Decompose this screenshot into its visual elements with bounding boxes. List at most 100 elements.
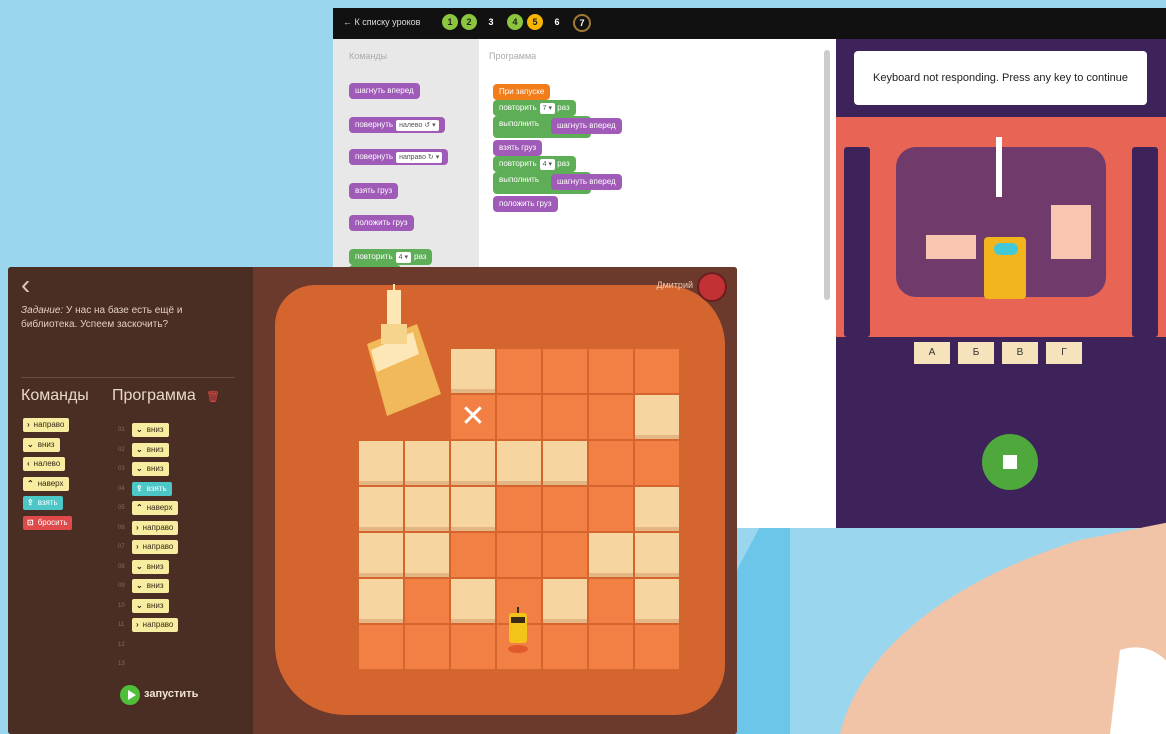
palette-block[interactable]: повторить 4 ▾ раз xyxy=(349,249,433,265)
lesson-bar: ← К списку уроков 1234567 xyxy=(333,8,1166,39)
line-icon: ⌄ xyxy=(136,600,143,610)
workspace-scrollbar[interactable] xyxy=(824,50,830,300)
cream-block-tile xyxy=(405,487,449,531)
program-line[interactable]: ⌃ наверх xyxy=(132,501,178,515)
line-label: наверх xyxy=(146,503,173,512)
letter-slot: А xyxy=(914,342,950,364)
palette-block[interactable]: шагнуть вперед xyxy=(349,83,420,99)
board-tile xyxy=(543,625,587,669)
line-label: вниз xyxy=(146,600,164,610)
line-label: вниз xyxy=(146,425,164,434)
cream-block-tile xyxy=(405,441,449,485)
repeat-count-slot[interactable]: 7 ▾ xyxy=(539,103,555,114)
lesson-4-button[interactable]: 4 xyxy=(507,14,523,30)
cream-block-tile xyxy=(451,579,495,623)
line-number: 01 xyxy=(118,427,125,433)
block-label: положить груз xyxy=(355,218,408,227)
program-line[interactable]: ⇪ взять xyxy=(132,481,172,496)
program-line[interactable]: ⌄ вниз xyxy=(132,442,169,457)
board-tile xyxy=(635,441,679,485)
stop-button[interactable] xyxy=(982,434,1038,490)
avatar[interactable] xyxy=(697,272,727,302)
on-start-block[interactable]: При запуске xyxy=(493,84,551,100)
step-forward-block[interactable]: шагнуть вперед xyxy=(551,174,622,190)
block-slot[interactable]: 4 ▾ xyxy=(395,252,411,263)
crate-left xyxy=(926,235,976,259)
line-icon: ⌄ xyxy=(136,444,143,454)
take-cargo-block[interactable]: взять груз xyxy=(493,140,543,156)
line-number: 10 xyxy=(118,602,125,609)
palette-block[interactable]: положить груз xyxy=(349,215,414,231)
repeat-block-2[interactable]: повторить 4 ▾ раз xyxy=(493,156,576,172)
target-x-icon: ✕ xyxy=(460,400,486,433)
line-label: вниз xyxy=(146,444,164,454)
lesson-7-button[interactable]: 7 xyxy=(573,14,591,32)
command-5[interactable]: ⊡ бросить xyxy=(23,515,73,530)
command-icon: ‹ xyxy=(27,459,30,468)
command-2[interactable]: ‹ налево xyxy=(23,457,66,471)
command-0[interactable]: › направо xyxy=(23,418,70,432)
lesson-5-button[interactable]: 5 xyxy=(527,14,543,30)
board-tile xyxy=(589,579,633,623)
robot-icon xyxy=(508,607,528,653)
block-label: взять груз xyxy=(355,186,393,195)
back-to-lessons-link[interactable]: ← К списку уроков xyxy=(343,17,420,27)
line-label: вниз xyxy=(146,561,164,571)
block-label: повернуть xyxy=(355,120,394,129)
program-line[interactable]: ⌄ вниз xyxy=(132,579,169,593)
user-name: Дмитрий xyxy=(656,280,694,290)
line-icon: ⇪ xyxy=(136,483,143,493)
trash-icon[interactable]: 🗑 xyxy=(206,390,220,403)
board-tile xyxy=(589,487,633,531)
command-3[interactable]: ⌃ наверх xyxy=(23,476,69,491)
line-icon: ⌄ xyxy=(136,581,143,590)
command-icon: ⇪ xyxy=(27,498,34,507)
lesson-3-button[interactable]: 3 xyxy=(483,14,499,30)
command-1[interactable]: ⌄ вниз xyxy=(23,437,60,452)
lesson-6-button[interactable]: 6 xyxy=(549,14,565,30)
board-tile xyxy=(451,625,495,669)
line-label: направо xyxy=(142,620,174,629)
block-label: шагнуть вперед xyxy=(355,86,414,95)
factory-scene xyxy=(836,117,1166,337)
command-4[interactable]: ⇪ взять xyxy=(23,496,63,510)
block-slot[interactable]: налево ↺ ▾ xyxy=(396,120,439,131)
block-label: повернуть xyxy=(355,152,394,161)
board-tile xyxy=(543,349,587,393)
palette-block[interactable]: повернуть налево ↺ ▾ xyxy=(349,117,445,133)
line-number: 12 xyxy=(118,641,125,648)
command-label: направо xyxy=(33,420,65,429)
program-line[interactable]: › направо xyxy=(132,520,179,535)
line-number: 02 xyxy=(118,446,125,453)
line-number: 11 xyxy=(118,622,125,628)
repeat-label: повторить xyxy=(499,103,537,112)
put-cargo-block[interactable]: положить груз xyxy=(493,196,558,212)
step-forward-block[interactable]: шагнуть вперед xyxy=(551,118,622,134)
claw-icon xyxy=(996,137,1002,197)
cream-block-tile xyxy=(359,487,403,531)
stop-icon xyxy=(1003,455,1017,469)
program-line[interactable]: ⌄ вниз xyxy=(132,423,169,437)
block-slot[interactable]: направо ↻ ▾ xyxy=(396,152,443,163)
letter-slot: В xyxy=(1002,342,1038,364)
line-number: 08 xyxy=(118,563,125,570)
program-line[interactable]: ⌄ вниз xyxy=(132,559,169,574)
program-line[interactable]: ⌄ вниз xyxy=(132,462,169,476)
program-title: Программа xyxy=(489,51,537,61)
program-line[interactable]: › направо xyxy=(132,618,179,632)
do-label: выполнить xyxy=(499,119,539,128)
board-tile xyxy=(497,533,541,577)
letter-slot: Г xyxy=(1046,342,1082,364)
back-arrow-icon[interactable]: ‹ xyxy=(21,269,30,301)
palette-block[interactable]: взять груз xyxy=(349,183,399,199)
program-line[interactable]: ⌄ вниз xyxy=(132,598,169,613)
repeat-block-1[interactable]: повторить 7 ▾ раз xyxy=(493,100,576,116)
command-icon: ⊡ xyxy=(27,517,34,527)
command-label: наверх xyxy=(37,478,64,488)
lesson-1-button[interactable]: 1 xyxy=(442,14,458,30)
lesson-2-button[interactable]: 2 xyxy=(461,14,477,30)
palette-block[interactable]: повернуть направо ↻ ▾ xyxy=(349,149,449,165)
repeat-count-slot[interactable]: 4 ▾ xyxy=(539,159,555,170)
program-line[interactable]: › направо xyxy=(132,540,179,554)
command-label: налево xyxy=(33,459,61,468)
